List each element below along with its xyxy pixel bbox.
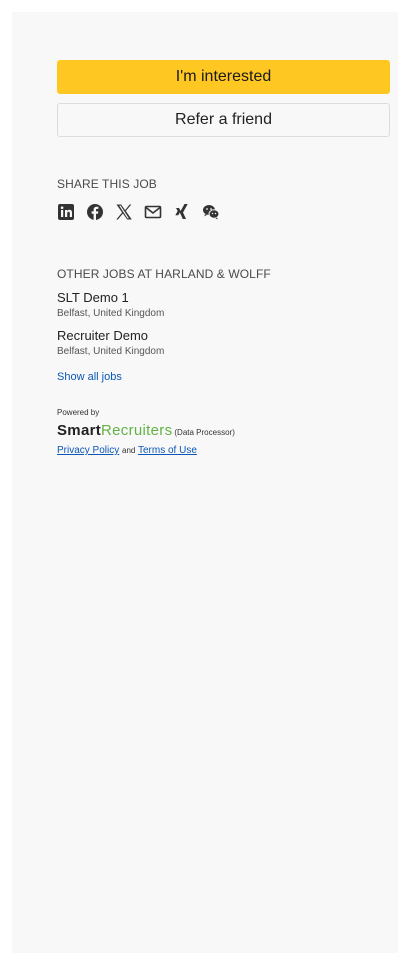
job-item[interactable]: Recruiter Demo Belfast, United Kingdom: [57, 328, 390, 357]
legal-links: Privacy Policy and Terms of Use: [57, 445, 390, 456]
brand-recruiters: Recruiters: [101, 422, 173, 439]
sidebar-content: I'm interested Refer a friend SHARE THIS…: [57, 60, 390, 456]
facebook-icon[interactable]: [86, 203, 104, 221]
other-jobs-title: OTHER JOBS AT HARLAND & WOLFF: [57, 267, 271, 281]
email-icon[interactable]: [144, 203, 162, 221]
data-processor-note: (Data Processor): [174, 428, 235, 437]
powered-by-label: Powered by: [57, 408, 100, 417]
other-jobs-section: OTHER JOBS AT HARLAND & WOLFF SLT Demo 1…: [57, 267, 390, 383]
refer-a-friend-button[interactable]: Refer a friend: [57, 103, 390, 137]
job-sidebar-panel: I'm interested Refer a friend SHARE THIS…: [12, 12, 398, 953]
and-text: and: [122, 446, 136, 455]
privacy-policy-link[interactable]: Privacy Policy: [57, 445, 119, 456]
brand-smart: Smart: [57, 422, 102, 439]
job-location: Belfast, United Kingdom: [57, 346, 165, 357]
job-location: Belfast, United Kingdom: [57, 308, 165, 319]
linkedin-icon[interactable]: [57, 203, 75, 221]
x-icon[interactable]: [115, 203, 133, 221]
job-title[interactable]: Recruiter Demo: [57, 328, 390, 343]
job-item[interactable]: SLT Demo 1 Belfast, United Kingdom: [57, 290, 390, 319]
share-title: SHARE THIS JOB: [57, 177, 157, 191]
xing-icon[interactable]: [173, 203, 191, 221]
share-icons: [57, 203, 390, 221]
smartrecruiters-logo[interactable]: Smart Recruiters (Data Processor): [57, 422, 390, 439]
im-interested-button[interactable]: I'm interested: [57, 60, 390, 94]
wechat-icon[interactable]: [202, 203, 220, 221]
terms-of-use-link[interactable]: Terms of Use: [138, 445, 197, 456]
show-all-jobs-link[interactable]: Show all jobs: [57, 371, 390, 383]
share-section: SHARE THIS JOB: [57, 177, 390, 221]
job-title[interactable]: SLT Demo 1: [57, 290, 390, 305]
